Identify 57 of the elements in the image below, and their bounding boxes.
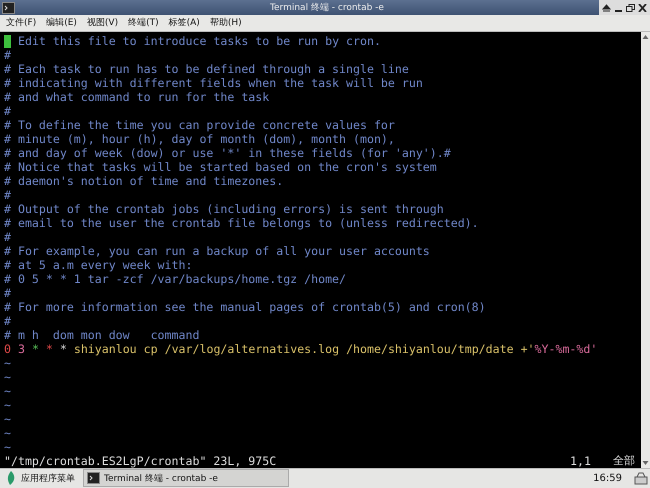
comment-text: # minute (m), hour (h), day of month (dom), month (mon), xyxy=(4,132,395,146)
comment-text: # Notice that tasks will be started based on the cron's system xyxy=(4,160,437,174)
comment-text: # xyxy=(4,188,11,202)
comment-text: # m h dom mon dow command xyxy=(4,328,200,342)
empty-line-marker: ~ xyxy=(4,384,11,398)
applications-menu-button[interactable]: 应用程序菜单 xyxy=(0,471,79,486)
code-text: * xyxy=(60,342,68,356)
comment-text: # indicating with different fields when the task will be run xyxy=(4,76,423,90)
comment-text: # Each task to run has to be defined through a single line xyxy=(4,62,409,76)
empty-line-marker: ~ xyxy=(4,370,11,384)
device-icon[interactable] xyxy=(634,471,648,486)
comment-text: # and day of week (dow) or use '*' in these fields (for 'any').# xyxy=(4,146,451,160)
shade-icon[interactable] xyxy=(602,4,611,12)
code-text: 0 xyxy=(4,342,11,356)
comment-text: # xyxy=(4,104,11,118)
comment-text: # xyxy=(4,230,11,244)
comment-text: # xyxy=(4,48,11,62)
code-text: shiyanlou cp /var/log/alternatives.log /home/shiyanlou/tmp/date +' xyxy=(74,342,535,356)
comment-text: # daemon's notion of time and timezones. xyxy=(4,174,284,188)
empty-line-marker: ~ xyxy=(4,440,11,454)
leaf-icon xyxy=(6,471,16,486)
empty-line-marker: ~ xyxy=(4,426,11,440)
maximize-icon[interactable] xyxy=(626,4,635,12)
comment-text: Edit this file to introduce tasks to be run by cron. xyxy=(16,34,381,48)
comment-text: # and what command to run for the task xyxy=(4,90,270,104)
empty-line-marker: ~ xyxy=(4,412,11,426)
empty-line-marker: ~ xyxy=(4,398,11,412)
taskbar-window-button[interactable]: Terminal 终端 - crontab -e xyxy=(83,469,289,488)
comment-text: # Output of the crontab jobs (including errors) is sent through xyxy=(4,202,444,216)
scrollbar[interactable] xyxy=(641,32,650,468)
comment-text: # To define the time you can provide concrete values for xyxy=(4,118,395,132)
menu-item[interactable]: 视图(V) xyxy=(86,16,118,30)
cursor-position: 1,1 xyxy=(570,454,591,468)
scroll-position: 全部 xyxy=(613,454,635,468)
comment-text: # xyxy=(4,314,11,328)
menu-item[interactable]: 文件(F) xyxy=(6,16,36,30)
code-text: * xyxy=(46,342,54,356)
comment-text: # email to the user the crontab file belongs to (unless redirected). xyxy=(4,216,479,230)
comment-text: # For more information see the manual pages of crontab(5) and cron(8) xyxy=(4,300,486,314)
menu-item[interactable]: 终端(T) xyxy=(128,16,159,30)
code-text: 3 xyxy=(16,342,26,356)
comment-text: # For example, you can run a backup of all your user accounts xyxy=(4,244,430,258)
menu-item[interactable]: 帮助(H) xyxy=(210,16,242,30)
terminal-icon xyxy=(87,472,100,484)
status-text: "/tmp/crontab.ES2LgP/crontab" 23L, 975C xyxy=(4,454,276,468)
code-text: * xyxy=(32,342,40,356)
text-cursor xyxy=(4,34,11,48)
empty-line-marker: ~ xyxy=(4,356,11,370)
menu-item[interactable]: 编辑(E) xyxy=(46,16,77,30)
comment-text: # at 5 a.m every week with: xyxy=(4,258,192,272)
close-icon[interactable] xyxy=(638,4,647,12)
code-text: %Y-%m-%d' xyxy=(534,342,598,356)
comment-text: # xyxy=(4,286,11,300)
clock: 16:59 xyxy=(593,472,622,484)
comment-text: # 0 5 * * 1 tar -zcf /var/backups/home.tgz /home/ xyxy=(4,272,346,286)
window-title: Terminal 终端 - crontab -e xyxy=(269,2,385,14)
menu-item[interactable]: 标签(A) xyxy=(168,16,200,30)
